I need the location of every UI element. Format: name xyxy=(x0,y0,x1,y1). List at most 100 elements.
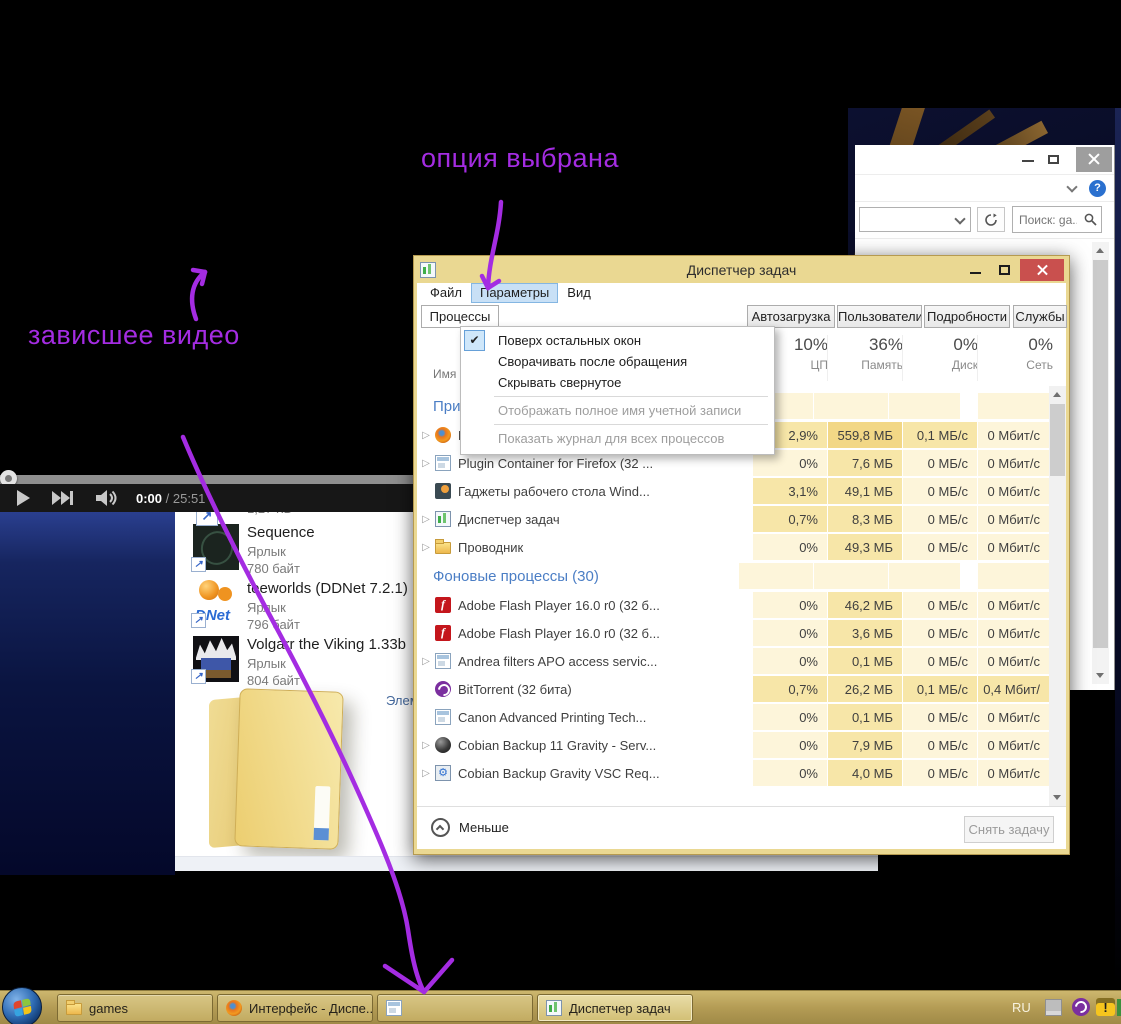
menu-item[interactable]: Сворачивать после обращения xyxy=(461,351,774,372)
disk-cell: 0 МБ/с xyxy=(902,732,977,759)
scrollbar-thumb[interactable] xyxy=(1050,404,1065,476)
menu-bar-item[interactable]: Вид xyxy=(558,283,600,303)
end-task-button[interactable]: Снять задачу xyxy=(964,816,1054,843)
tab[interactable]: Пользователи xyxy=(837,305,922,328)
video-time: 0:00 / 25:51 xyxy=(136,491,205,506)
expand-icon[interactable]: ▷ xyxy=(417,542,435,553)
process-row[interactable]: ▷ Canon Advanced Printing Tech... 0% 0,1… xyxy=(417,703,1066,731)
summary-column-header[interactable]: 36% Память xyxy=(827,335,902,381)
tab[interactable]: Автозагрузка xyxy=(747,305,835,328)
process-row[interactable]: ▷ Проводник 0% 49,3 МБ 0 МБ/с 0 Мбит/с xyxy=(417,533,1066,561)
process-name: Adobe Flash Player 16.0 r0 (32 б... xyxy=(458,598,752,613)
name-column-header[interactable]: Имя xyxy=(433,367,456,381)
taskmgr-icon xyxy=(435,511,451,527)
maximize-icon[interactable] xyxy=(1048,155,1059,164)
process-row[interactable]: ▷ Гаджеты рабочего стола Wind... 3,1% 49… xyxy=(417,477,1066,505)
process-row[interactable]: ▷ Cobian Backup 11 Gravity - Serv... 0% … xyxy=(417,731,1066,759)
chevron-down-icon[interactable] xyxy=(1066,181,1077,192)
network-cell: 0,4 Мбит/с xyxy=(977,676,1049,703)
folder-icon-large[interactable] xyxy=(205,688,355,856)
disk-cell: 0 МБ/с xyxy=(902,704,977,731)
menu-bar-item[interactable]: Файл xyxy=(421,283,471,303)
close-button[interactable] xyxy=(1020,259,1064,281)
tray-warning-icon[interactable]: ! xyxy=(1096,998,1115,1016)
network-cell: 0 Мбит/с xyxy=(977,506,1049,533)
next-icon[interactable] xyxy=(52,491,74,505)
taskbar-button[interactable] xyxy=(377,994,533,1022)
expand-icon[interactable]: ▷ xyxy=(417,656,435,667)
taskbar-button[interactable]: Диспетчер задач xyxy=(537,994,693,1022)
play-icon[interactable] xyxy=(17,490,30,506)
summary-column-header[interactable]: 0% Диск xyxy=(902,335,977,381)
scroll-up-icon[interactable] xyxy=(1053,392,1061,397)
tab[interactable]: Процессы xyxy=(421,305,499,328)
volume-icon[interactable] xyxy=(96,490,120,506)
process-row[interactable]: ▷ Adobe Flash Player 16.0 r0 (32 б... 0%… xyxy=(417,619,1066,647)
video-progress-bar[interactable] xyxy=(0,475,413,484)
tray-keyboard-icon[interactable] xyxy=(1045,999,1062,1016)
menu-item[interactable]: ✔ Поверх остальных окон xyxy=(461,330,774,351)
language-indicator[interactable]: RU xyxy=(1012,1000,1031,1015)
expand-icon[interactable]: ▷ xyxy=(417,430,435,441)
winapp-icon xyxy=(435,455,451,471)
background-window-scrollbar[interactable] xyxy=(1092,242,1109,684)
address-combobox[interactable] xyxy=(859,207,971,232)
scroll-up-icon[interactable] xyxy=(1096,248,1104,253)
chevron-down-icon[interactable] xyxy=(954,213,965,224)
process-list-scrollbar[interactable] xyxy=(1049,386,1066,806)
process-name: BitTorrent (32 бита) xyxy=(458,682,752,697)
close-icon[interactable] xyxy=(1076,147,1112,172)
folder-icon xyxy=(435,542,451,554)
expand-icon[interactable]: ▷ xyxy=(417,514,435,525)
video-control-bar: 0:00 / 25:51 xyxy=(0,484,413,512)
windows-logo-icon xyxy=(13,998,32,1017)
process-row[interactable]: ▷ Cobian Backup Gravity VSC Req... 0% 4,… xyxy=(417,759,1066,787)
minimize-icon[interactable] xyxy=(1022,160,1034,162)
memory-cell: 49,3 МБ xyxy=(827,534,902,561)
disk-cell: 0 МБ/с xyxy=(902,506,977,533)
expand-icon[interactable]: ▷ xyxy=(417,740,435,751)
menu-item[interactable]: Отображать полное имя учетной записи xyxy=(461,400,774,421)
scrollbar-thumb[interactable] xyxy=(1093,260,1108,648)
task-manager-titlebar[interactable]: Диспетчер задач xyxy=(417,259,1066,283)
start-button[interactable] xyxy=(2,987,42,1024)
menu-bar-item[interactable]: Параметры xyxy=(471,283,558,303)
search-box[interactable] xyxy=(1012,206,1102,233)
network-cell: 0 Мбит/с xyxy=(977,534,1049,561)
help-icon[interactable]: ? xyxy=(1089,180,1106,197)
scroll-down-icon[interactable] xyxy=(1053,795,1061,800)
refresh-button[interactable] xyxy=(977,207,1005,232)
video-player: 0:00 / 25:51 xyxy=(0,470,413,512)
summary-column-header[interactable]: 0% Сеть xyxy=(977,335,1049,381)
taskbar-button[interactable]: games xyxy=(57,994,213,1022)
tray-bittorrent-icon[interactable] xyxy=(1072,998,1090,1016)
cpu-cell: 0% xyxy=(752,760,827,787)
menu-item[interactable]: Скрывать свернутое xyxy=(461,372,774,393)
process-row[interactable]: ▷ Adobe Flash Player 16.0 r0 (32 б... 0%… xyxy=(417,591,1066,619)
network-cell: 0 Мбит/с xyxy=(977,450,1049,477)
disk-cell: 0,1 МБ/с xyxy=(902,422,977,449)
search-input[interactable] xyxy=(1017,209,1079,230)
cpu-cell: 0,7% xyxy=(752,676,827,703)
shortcut-arrow-icon: ↗ xyxy=(191,669,206,684)
items-count-label: Элементов: xyxy=(386,693,414,708)
memory-cell: 559,8 МБ xyxy=(827,422,902,449)
menu-item[interactable]: Показать журнал для всех процессов xyxy=(461,428,774,449)
fewer-details-button[interactable]: Меньше xyxy=(431,818,509,837)
scroll-down-icon[interactable] xyxy=(1096,673,1104,678)
process-row[interactable]: ▷ Диспетчер задач 0,7% 8,3 МБ 0 МБ/с 0 М… xyxy=(417,505,1066,533)
expand-icon[interactable]: ▷ xyxy=(417,768,435,779)
memory-cell: 4,0 МБ xyxy=(827,760,902,787)
tab[interactable]: Подробности xyxy=(924,305,1010,328)
process-row[interactable]: ▷ Andrea filters APO access servic... 0%… xyxy=(417,647,1066,675)
tab[interactable]: Службы xyxy=(1013,305,1067,328)
network-cell: 0 Мбит/с xyxy=(977,648,1049,675)
expand-icon[interactable]: ▷ xyxy=(417,458,435,469)
shortcut-arrow-icon: ↗ xyxy=(191,613,206,628)
maximize-button[interactable] xyxy=(991,259,1020,281)
minimize-button[interactable] xyxy=(962,259,991,281)
process-row[interactable]: ▷ BitTorrent (32 бита) 0,7% 26,2 МБ 0,1 … xyxy=(417,675,1066,703)
bittorrent-icon xyxy=(435,681,451,697)
taskbar-button[interactable]: Интерфейс - Диспе... xyxy=(217,994,373,1022)
process-name: Canon Advanced Printing Tech... xyxy=(458,710,752,725)
